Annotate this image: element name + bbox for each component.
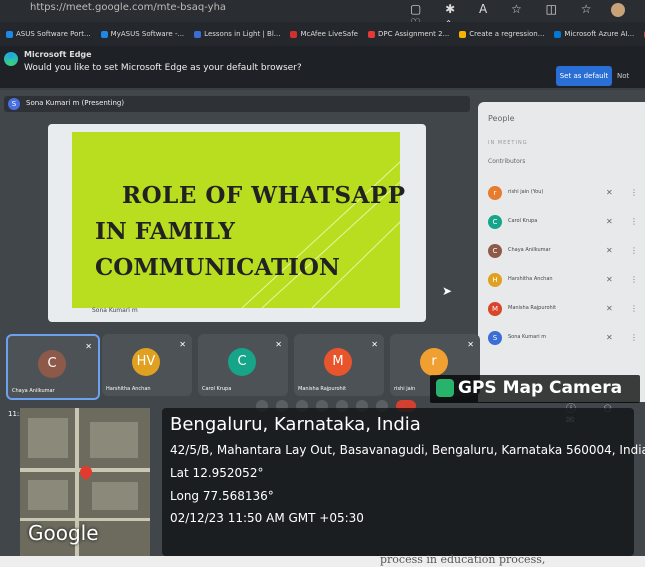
- participant-name: Chaya Anilkumar: [508, 247, 551, 253]
- mic-off-icon: ✕: [467, 340, 474, 349]
- people-panel-title: People: [488, 114, 515, 123]
- location-datetime: 02/12/23 11:50 AM GMT +05:30: [170, 511, 364, 525]
- participant-avatar: H: [488, 273, 502, 287]
- bookmark-icon: [194, 30, 202, 38]
- paper-strip: [0, 556, 645, 567]
- bookmark-item[interactable]: DPC Assignment 2...: [367, 30, 450, 38]
- bookmark-item[interactable]: Create a regression...: [459, 30, 544, 38]
- bookmark-icon: [290, 30, 298, 38]
- bookmark-item[interactable]: Microsoft Azure AI...: [554, 30, 634, 38]
- bookmark-label: MyASUS Software -...: [110, 30, 185, 38]
- mic-off-icon: ✕: [606, 246, 613, 255]
- edge-logo-icon: [4, 52, 18, 66]
- more-options-icon[interactable]: ⋮: [630, 275, 638, 284]
- location-latitude: Lat 12.952052°: [170, 466, 264, 480]
- slide-title-line-3: COMMUNICATION: [95, 254, 340, 281]
- bookmark-label: McAfee LiveSafe: [300, 30, 358, 38]
- tile-name: Chaya Anilkumar: [12, 388, 55, 394]
- mic-off-icon: ✕: [179, 340, 186, 349]
- gps-brand-text: GPS Map Camera: [458, 378, 623, 398]
- gps-camera-icon: [436, 379, 454, 397]
- participant-row[interactable]: r rishi jain (You) ✕ ⋮: [488, 182, 638, 208]
- participant-row[interactable]: H Harshitha Anchan ✕ ⋮: [488, 269, 638, 295]
- participant-avatar: M: [488, 302, 502, 316]
- presenter-avatar: S: [8, 98, 20, 110]
- tile-name: Carol Krupa: [202, 386, 232, 392]
- tile-avatar: C: [38, 350, 66, 378]
- more-options-icon[interactable]: ⋮: [630, 217, 638, 226]
- more-options-icon[interactable]: ⋮: [630, 188, 638, 197]
- more-options-icon[interactable]: ⋮: [630, 304, 638, 313]
- map-provider-label: Google: [28, 521, 99, 545]
- set-default-button[interactable]: Set as default: [556, 66, 612, 86]
- tile-avatar: r: [420, 348, 448, 376]
- slide-title-line-1: ROLE OF WHATSAPP: [122, 182, 406, 209]
- mic-off-icon: ✕: [606, 275, 613, 284]
- edge-prompt-title: Microsoft Edge: [24, 50, 92, 59]
- mouse-cursor-icon: ➤: [442, 284, 453, 298]
- participant-avatar: r: [488, 186, 502, 200]
- more-options-icon[interactable]: ⋮: [630, 246, 638, 255]
- participant-row[interactable]: C Carol Krupa ✕ ⋮: [488, 211, 638, 237]
- slide-title-line-2: IN FAMILY: [95, 218, 235, 245]
- bookmark-label: ASUS Software Port...: [16, 30, 91, 38]
- participant-avatar: C: [488, 215, 502, 229]
- location-address: 42/5/B, Mahantara Lay Out, Basavanagudi,…: [170, 443, 645, 457]
- bookmark-item[interactable]: ASUS Software Port...: [6, 30, 91, 38]
- participant-name: Carol Krupa: [508, 218, 538, 224]
- participant-avatar: C: [488, 244, 502, 258]
- mic-off-icon: ✕: [85, 342, 92, 351]
- bookmark-icon: [554, 30, 562, 38]
- bookmark-label: Create a regression...: [469, 30, 545, 38]
- participant-row[interactable]: M Manisha Rajpurohit ✕ ⋮: [488, 298, 638, 324]
- more-options-icon[interactable]: ⋮: [630, 333, 638, 342]
- mic-off-icon: ✕: [606, 333, 613, 342]
- tile-name: rishi jain: [394, 386, 416, 392]
- bookmark-icon: [459, 30, 467, 38]
- location-longitude: Long 77.568136°: [170, 489, 274, 503]
- tile-name: Manisha Rajpurohit: [298, 386, 347, 392]
- participant-tile[interactable]: HV Harshitha Anchan ✕: [102, 334, 192, 396]
- presenting-label: Sona Kumari m (Presenting): [26, 99, 125, 107]
- bookmark-item[interactable]: Lessons in Light | Bl...: [194, 30, 280, 38]
- participant-name: rishi jain (You): [508, 189, 544, 195]
- profile-avatar[interactable]: [611, 3, 625, 17]
- mic-off-icon: ✕: [371, 340, 378, 349]
- participant-tile[interactable]: C Chaya Anilkumar ✕: [6, 334, 100, 400]
- participant-name: Manisha Rajpurohit: [508, 305, 557, 311]
- tile-avatar: HV: [132, 348, 160, 376]
- bookmark-icon: [367, 30, 375, 38]
- participant-name: Sona Kumari m: [508, 334, 547, 340]
- participant-tile[interactable]: C Carol Krupa ✕: [198, 334, 288, 396]
- tile-avatar: C: [228, 348, 256, 376]
- tile-avatar: M: [324, 348, 352, 376]
- url-text[interactable]: https://meet.google.com/mte-bsaq-yha: [30, 2, 226, 13]
- edge-prompt-question: Would you like to set Microsoft Edge as …: [24, 63, 302, 73]
- bookmark-label: Microsoft Azure AI...: [564, 30, 635, 38]
- in-meeting-label: IN MEETING: [488, 140, 528, 146]
- bookmark-item[interactable]: McAfee LiveSafe: [290, 30, 358, 38]
- participant-row[interactable]: C Chaya Anilkumar ✕ ⋮: [488, 240, 638, 266]
- mic-off-icon: ✕: [606, 188, 613, 197]
- contributors-label[interactable]: Contributors: [488, 158, 525, 165]
- bookmark-label: Lessons in Light | Bl...: [204, 30, 281, 38]
- participant-tile[interactable]: M Manisha Rajpurohit ✕: [294, 334, 384, 396]
- paper-text: process in education process,: [380, 553, 546, 566]
- participant-name: Harshitha Anchan: [508, 276, 553, 282]
- mic-off-icon: ✕: [275, 340, 282, 349]
- mic-off-icon: ✕: [606, 217, 613, 226]
- mic-off-icon: ✕: [606, 304, 613, 313]
- bookmarks-bar: ASUS Software Port... MyASUS Software -..…: [0, 22, 645, 46]
- presenter-name-tag: Sona Kumari m: [92, 307, 138, 314]
- bookmark-icon: [6, 30, 13, 38]
- location-city: Bengaluru, Karnataka, India: [170, 414, 421, 435]
- participant-row[interactable]: S Sona Kumari m ✕ ⋮: [488, 327, 638, 353]
- bookmark-icon: [100, 30, 108, 38]
- tile-name: Harshitha Anchan: [106, 386, 151, 392]
- bookmark-item[interactable]: MyASUS Software -...: [100, 30, 185, 38]
- participant-avatar: S: [488, 331, 502, 345]
- bookmark-label: DPC Assignment 2...: [377, 30, 450, 38]
